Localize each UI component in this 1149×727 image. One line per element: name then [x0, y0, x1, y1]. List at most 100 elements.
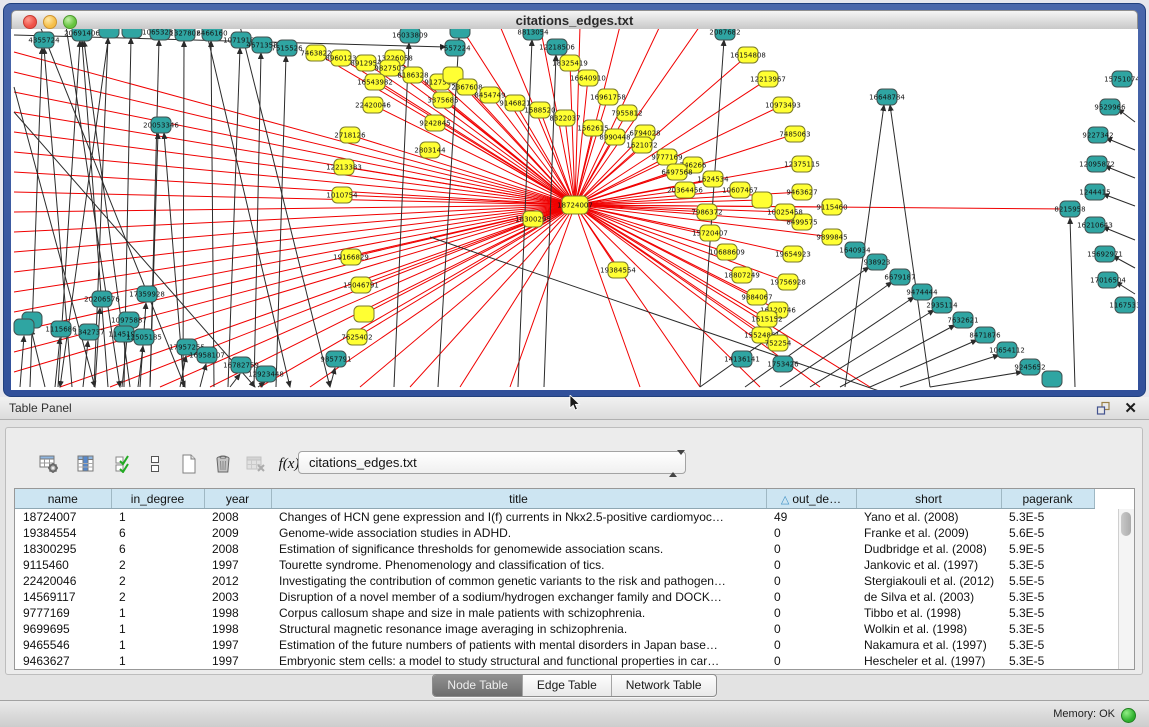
- column-header-short[interactable]: short: [856, 489, 1001, 509]
- graph-node[interactable]: 12375115: [784, 156, 820, 172]
- graph-node[interactable]: [99, 29, 119, 38]
- graph-node[interactable]: 19654923: [775, 246, 811, 262]
- table-row[interactable]: 977716911998Corpus callosum shape and si…: [15, 605, 1094, 621]
- graph-node[interactable]: 18325419: [552, 55, 588, 71]
- graph-node[interactable]: 1624534: [697, 171, 729, 187]
- graph-node[interactable]: 14136141: [724, 351, 760, 367]
- graph-node[interactable]: 9529966: [1094, 99, 1126, 115]
- graph-node[interactable]: 2087682: [709, 29, 740, 40]
- graph-node[interactable]: 22420046: [355, 97, 391, 113]
- column-header-out_de[interactable]: △out_de…: [766, 489, 856, 509]
- table-row[interactable]: 969969511998Structural magnetic resonanc…: [15, 621, 1094, 637]
- graph-node[interactable]: 19756928: [770, 274, 806, 290]
- memory-status-indicator[interactable]: [1121, 708, 1136, 723]
- float-panel-icon[interactable]: [1096, 401, 1111, 416]
- graph-node[interactable]: 1753426: [767, 356, 799, 372]
- graph-node[interactable]: 2935114: [926, 297, 958, 313]
- graph-node[interactable]: 4355724: [28, 32, 60, 48]
- graph-node[interactable]: 19166829: [333, 249, 369, 265]
- table-row[interactable]: 1456911722003Disruption of a novel membe…: [15, 589, 1094, 605]
- tab-network-table[interactable]: Network Table: [611, 675, 716, 696]
- graph-node[interactable]: 16033809: [392, 29, 428, 43]
- graph-node[interactable]: [752, 192, 772, 208]
- graph-node[interactable]: 1342737: [73, 324, 104, 340]
- graph-node[interactable]: 7625402: [341, 329, 372, 345]
- graph-node[interactable]: [450, 29, 470, 38]
- network-canvas[interactable]: 7463822896012389129541322605898275031654…: [11, 29, 1138, 390]
- close-panel-icon[interactable]: ✕: [1124, 398, 1137, 419]
- table-row[interactable]: 946362711997Embryonic stem cells: a mode…: [15, 653, 1094, 669]
- graph-node[interactable]: 752254: [765, 335, 792, 351]
- graph-node[interactable]: 7485063: [779, 126, 810, 142]
- graph-node[interactable]: [14, 319, 34, 335]
- graph-node[interactable]: 15692971: [1087, 246, 1123, 262]
- svg-text:15692971: 15692971: [1087, 251, 1123, 259]
- graph-node[interactable]: 1167533: [1109, 297, 1138, 313]
- svg-text:9777169: 9777169: [651, 154, 682, 162]
- column-header-title[interactable]: title: [271, 489, 766, 509]
- network-graph[interactable]: 7463822896012389129541322605898275031654…: [11, 29, 1138, 390]
- delete-entries-icon[interactable]: [208, 450, 238, 478]
- deselect-all-icon[interactable]: [140, 450, 170, 478]
- graph-node[interactable]: 16210643: [1077, 217, 1113, 233]
- column-header-name[interactable]: name: [15, 489, 111, 509]
- column-header-pagerank[interactable]: pagerank: [1001, 489, 1094, 509]
- table-selector-dropdown[interactable]: citations_edges.txt: [298, 451, 686, 474]
- graph-node[interactable]: 1640934: [839, 242, 871, 258]
- graph-node[interactable]: 6679187: [884, 269, 915, 285]
- table-row[interactable]: 2242004622012Investigating the contribut…: [15, 573, 1094, 589]
- tab-edge-table[interactable]: Edge Table: [522, 675, 611, 696]
- graph-node[interactable]: 9474444: [906, 284, 938, 300]
- graph-node[interactable]: 10654112: [989, 342, 1025, 358]
- vertical-scrollbar[interactable]: [1118, 509, 1134, 669]
- graph-node[interactable]: [1042, 371, 1062, 387]
- graph-node[interactable]: 20364456: [667, 182, 703, 198]
- graph-node[interactable]: [354, 306, 374, 322]
- graph-node[interactable]: 16640910: [570, 70, 606, 86]
- graph-node[interactable]: 15751074: [1104, 71, 1138, 87]
- graph-node[interactable]: 1244415: [1079, 184, 1110, 200]
- graph-node[interactable]: 2803144: [414, 142, 446, 158]
- graph-node[interactable]: 8471876: [969, 327, 1001, 343]
- graph-node[interactable]: 7557224: [439, 40, 471, 56]
- graph-node[interactable]: 9857791: [320, 351, 351, 367]
- create-table-icon[interactable]: [174, 450, 204, 478]
- graph-node[interactable]: 12095872: [1079, 156, 1115, 172]
- graph-node[interactable]: 1010754: [326, 187, 358, 203]
- table-row[interactable]: 1872400712008Changes of HCN gene express…: [15, 509, 1094, 526]
- graph-node[interactable]: 16154808: [730, 47, 766, 63]
- graph-node[interactable]: 15046791: [343, 277, 379, 293]
- graph-node[interactable]: 9899845: [816, 229, 847, 245]
- network-window-titlebar[interactable]: citations_edges.txt: [11, 10, 1138, 30]
- table-row[interactable]: 911546021997Tourette syndrome. Phenomeno…: [15, 557, 1094, 573]
- graph-node[interactable]: 20206576: [84, 291, 120, 307]
- graph-node[interactable]: 9227342: [1082, 127, 1113, 143]
- table-row[interactable]: 1938455462009Genome-wide association stu…: [15, 525, 1094, 541]
- table-settings-icon[interactable]: [34, 450, 64, 478]
- table-row[interactable]: 1830029562008Estimation of significance …: [15, 541, 1094, 557]
- graph-node[interactable]: 18724007: [557, 196, 593, 214]
- graph-node[interactable]: [122, 29, 142, 38]
- graph-node[interactable]: 19384554: [600, 262, 636, 278]
- graph-node[interactable]: 17359928: [129, 286, 165, 302]
- show-column-icon[interactable]: [71, 450, 101, 478]
- select-all-icon[interactable]: [108, 450, 138, 478]
- graph-node[interactable]: 20691406: [64, 29, 100, 41]
- svg-text:7955812: 7955812: [611, 110, 642, 118]
- scrollbar-thumb[interactable]: [1121, 512, 1131, 536]
- graph-node[interactable]: 12218506: [539, 39, 575, 55]
- graph-node[interactable]: 8215958: [1054, 201, 1085, 217]
- table-row[interactable]: 946554611997Estimation of the future num…: [15, 637, 1094, 653]
- graph-node[interactable]: 7632621: [947, 312, 978, 328]
- graph-node[interactable]: 9115460: [816, 199, 847, 215]
- column-header-in_degree[interactable]: in_degree: [111, 489, 204, 509]
- tab-node-table[interactable]: Node Table: [433, 675, 522, 696]
- graph-node[interactable]: 938923: [864, 254, 891, 270]
- graph-node[interactable]: 16961758: [590, 89, 626, 105]
- graph-node[interactable]: 9463627: [786, 184, 817, 200]
- column-header-year[interactable]: year: [204, 489, 271, 509]
- graph-node[interactable]: 10688609: [709, 244, 745, 260]
- graph-node[interactable]: 8813054: [517, 29, 549, 40]
- graph-node[interactable]: 16648784: [869, 89, 905, 105]
- graph-node[interactable]: 12213967: [750, 71, 786, 87]
